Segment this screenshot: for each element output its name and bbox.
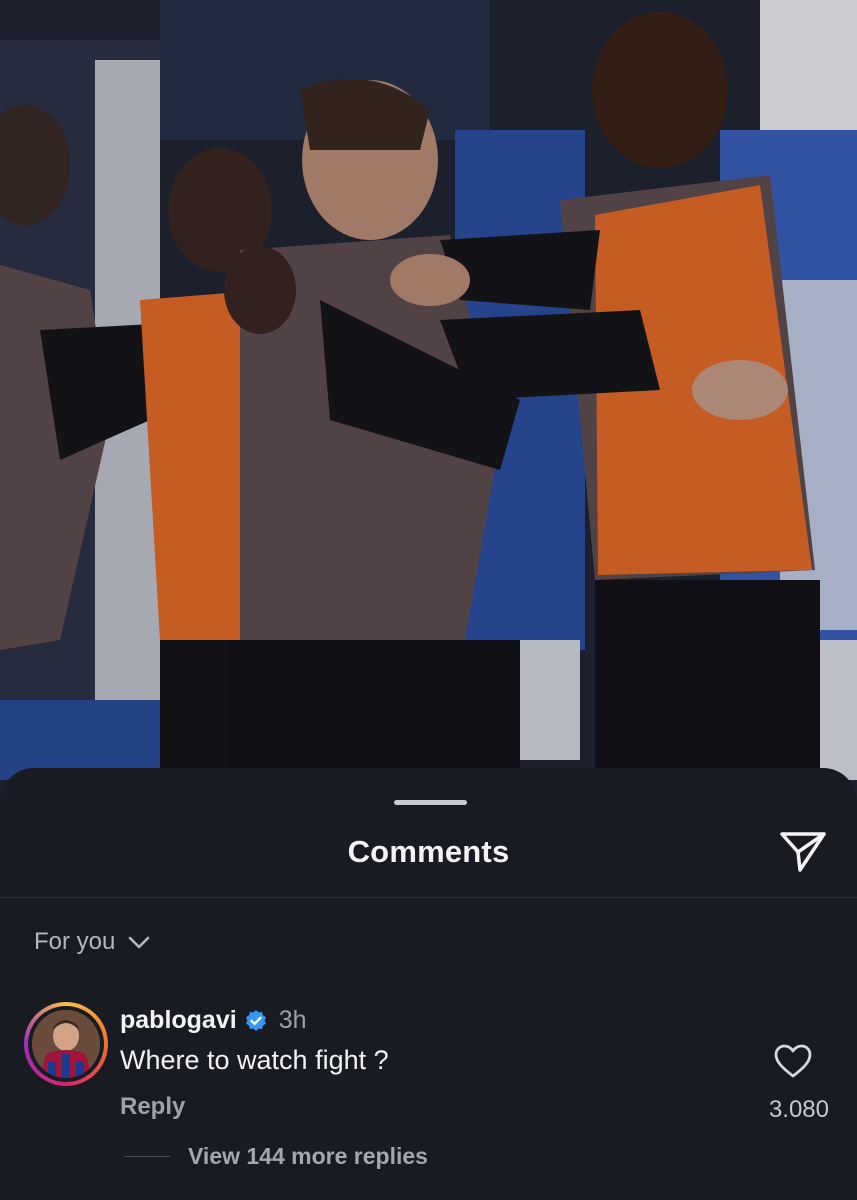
send-icon xyxy=(780,832,826,872)
replies-line xyxy=(124,1156,170,1157)
sheet-title: Comments xyxy=(347,834,510,869)
reply-button[interactable]: Reply xyxy=(120,1093,185,1121)
comment-time: 3h xyxy=(278,1006,307,1034)
comment-item: pablogavi 3h Where to watch fight ? Repl… xyxy=(0,1002,857,1192)
like-button[interactable] xyxy=(773,1042,813,1082)
comment-header: pablogavi 3h xyxy=(120,1006,307,1035)
drag-handle[interactable] xyxy=(394,800,467,805)
view-replies-label: View 144 more replies xyxy=(188,1143,428,1169)
chevron-down-icon xyxy=(129,936,150,949)
heart-icon xyxy=(774,1044,812,1078)
header-divider xyxy=(0,897,857,898)
photo-illustration xyxy=(0,0,857,800)
send-button[interactable] xyxy=(776,824,830,878)
avatar-illustration xyxy=(32,1010,100,1078)
post-photo xyxy=(0,0,857,800)
comment-text: Where to watch fight ? xyxy=(120,1045,389,1075)
avatar-image xyxy=(32,1010,100,1078)
comment-filter-dropdown[interactable]: For you xyxy=(34,928,151,956)
comments-sheet: Comments For you pablogavi 3h Where to w… xyxy=(0,768,857,1200)
view-replies-button[interactable]: View 144 more replies xyxy=(124,1143,428,1170)
avatar-ring-gap xyxy=(28,1006,104,1082)
avatar[interactable] xyxy=(24,1002,108,1086)
verified-badge-icon xyxy=(245,1009,266,1031)
username[interactable]: pablogavi xyxy=(120,1006,237,1035)
filter-label: For you xyxy=(34,928,116,955)
like-count: 3.080 xyxy=(768,1096,829,1123)
